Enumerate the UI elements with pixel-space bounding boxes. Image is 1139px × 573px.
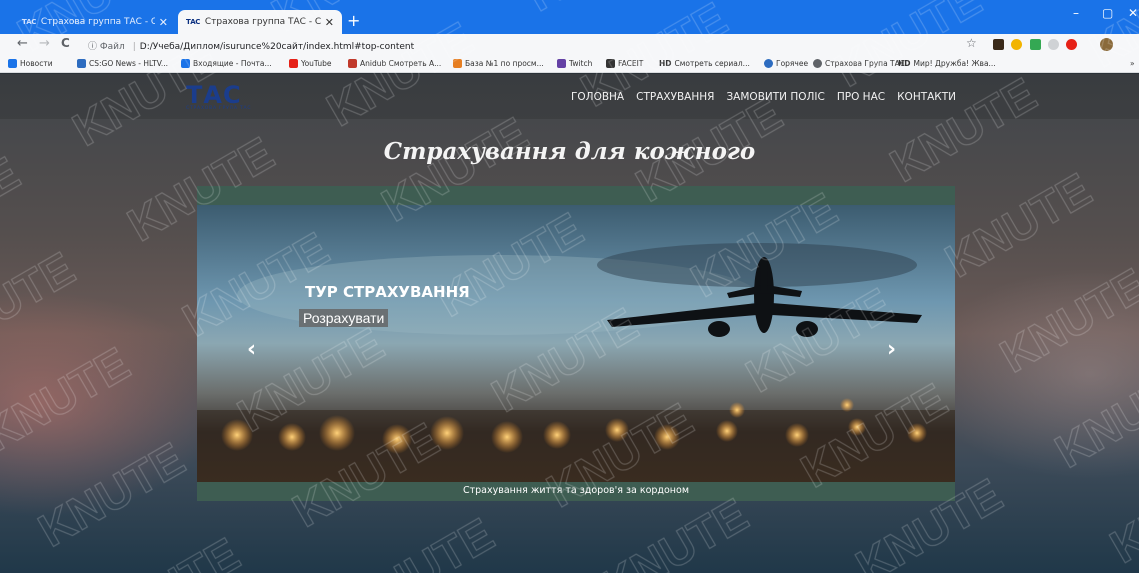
bookmark-item[interactable]: HD Мир! Дружба! Жва...: [898, 59, 996, 68]
bookmark-icon: [77, 59, 86, 68]
extension-icon[interactable]: [1011, 39, 1022, 50]
bookmarks-bar: Новости CS:GO News - HLTV... Входящие - …: [0, 56, 1139, 73]
close-icon[interactable]: ✕: [159, 16, 168, 29]
menu-item-order-policy[interactable]: ЗАМОВИТИ ПОЛІС: [726, 91, 824, 103]
bookmark-item[interactable]: Новости: [8, 59, 53, 68]
logo-subtitle: СТРАХОВА ГРУПА ТАС: [186, 106, 252, 111]
bookmark-item[interactable]: Twitch: [557, 59, 592, 68]
bookmark-item[interactable]: База №1 по просм...: [453, 59, 544, 68]
bookmark-item[interactable]: Anidub Смотреть А...: [348, 59, 441, 68]
carousel-slide: ТУР СТРАХУВАННЯ Розрахувати ‹ ›: [197, 205, 955, 482]
calculate-button[interactable]: Розрахувати: [299, 309, 389, 327]
opera-icon[interactable]: [1066, 39, 1077, 50]
bookmark-item[interactable]: CS:GO News - HLTV...: [77, 59, 168, 68]
tab-title: Страхова группа ТАС - СГ ТАС: [204, 17, 321, 27]
site-logo[interactable]: ТАС СТРАХОВА ГРУПА ТАС: [186, 81, 251, 111]
bookmark-star-icon[interactable]: ☆: [966, 36, 977, 50]
forward-button[interactable]: →: [39, 36, 50, 51]
menu-item-contacts[interactable]: КОНТАКТИ: [897, 91, 956, 103]
globe-icon: [813, 59, 822, 68]
url-field[interactable]: ⓘ Файл | D:/Учеба/Диплом/isurunce%20сайт/i…: [88, 39, 414, 52]
menu-item-about[interactable]: ПРО НАС: [837, 91, 885, 103]
page-title: Страхування для кожного: [383, 138, 756, 165]
bookmark-icon: [8, 59, 17, 68]
menu-item-home[interactable]: ГОЛОВНА: [571, 91, 624, 103]
main-menu: ГОЛОВНА СТРАХУВАННЯ ЗАМОВИТИ ПОЛІС ПРО Н…: [571, 91, 968, 103]
bookmarks-more-button[interactable]: »: [1130, 59, 1135, 68]
reload-button[interactable]: C: [61, 36, 70, 50]
tab-title: Страхова группа ТАС - СГ ТАС: [40, 17, 155, 27]
slide-title: ТУР СТРАХУВАННЯ: [305, 283, 470, 301]
bookmark-item[interactable]: Страхова Група ТАС: [813, 59, 905, 68]
bookmark-icon: [181, 59, 190, 68]
browser-tab-bar: ТАС Страхова группа ТАС - СГ ТАС ✕ ТАС С…: [0, 0, 1139, 34]
carousel-prev-icon[interactable]: ‹: [247, 337, 256, 362]
bookmark-item[interactable]: YouTube: [289, 59, 332, 68]
youtube-icon: [289, 59, 298, 68]
minimize-button[interactable]: –: [1073, 6, 1079, 20]
extension-icon[interactable]: [1048, 39, 1059, 50]
bookmark-item[interactable]: FACEIT: [606, 59, 643, 68]
tas-favicon-icon: ТАС: [186, 18, 200, 26]
tas-favicon-icon: ТАС: [22, 18, 36, 26]
site-info-icon[interactable]: ⓘ Файл: [88, 42, 125, 52]
twitch-icon: [557, 59, 566, 68]
back-button[interactable]: ←: [17, 36, 28, 51]
extension-icon[interactable]: [1030, 39, 1041, 50]
bookmark-item[interactable]: HD Смотреть сериал...: [659, 59, 750, 68]
restore-button[interactable]: ▢: [1102, 6, 1113, 20]
avatar[interactable]: [1100, 38, 1113, 51]
browser-tab-1[interactable]: ТАС Страхова группа ТАС - СГ ТАС ✕: [14, 10, 176, 34]
close-icon[interactable]: ✕: [325, 16, 334, 29]
url-text: D:/Учеба/Диплом/isurunce%20сайт/index.ht…: [139, 42, 415, 52]
close-window-button[interactable]: ✕: [1128, 6, 1138, 20]
carousel-next-icon[interactable]: ›: [887, 337, 896, 362]
browser-tab-2-active[interactable]: ТАС Страхова группа ТАС - СГ ТАС ✕: [178, 10, 342, 34]
bookmark-item[interactable]: Входящие - Почта...: [181, 59, 272, 68]
site-navbar: [0, 74, 1139, 119]
page-content: ТАС СТРАХОВА ГРУПА ТАС ГОЛОВНА СТРАХУВАН…: [0, 74, 1139, 573]
address-bar: ← → C ⓘ Файл | D:/Учеба/Диплом/isurunce%20…: [0, 34, 1139, 56]
extension-icon[interactable]: [993, 39, 1004, 50]
carousel: ТУР СТРАХУВАННЯ Розрахувати ‹ › Страхува…: [197, 186, 955, 501]
bookmark-icon: [453, 59, 462, 68]
logo-text: ТАС: [186, 81, 242, 109]
faceit-icon: [606, 59, 615, 68]
bookmark-icon: [348, 59, 357, 68]
airplane-photo: [197, 243, 955, 482]
new-tab-button[interactable]: +: [347, 11, 360, 30]
menu-item-insurance[interactable]: СТРАХУВАННЯ: [636, 91, 714, 103]
bookmark-item[interactable]: Горячее: [764, 59, 808, 68]
bookmark-icon: [764, 59, 773, 68]
slide-caption: Страхування життя та здоров'я за кордоно…: [462, 485, 689, 496]
